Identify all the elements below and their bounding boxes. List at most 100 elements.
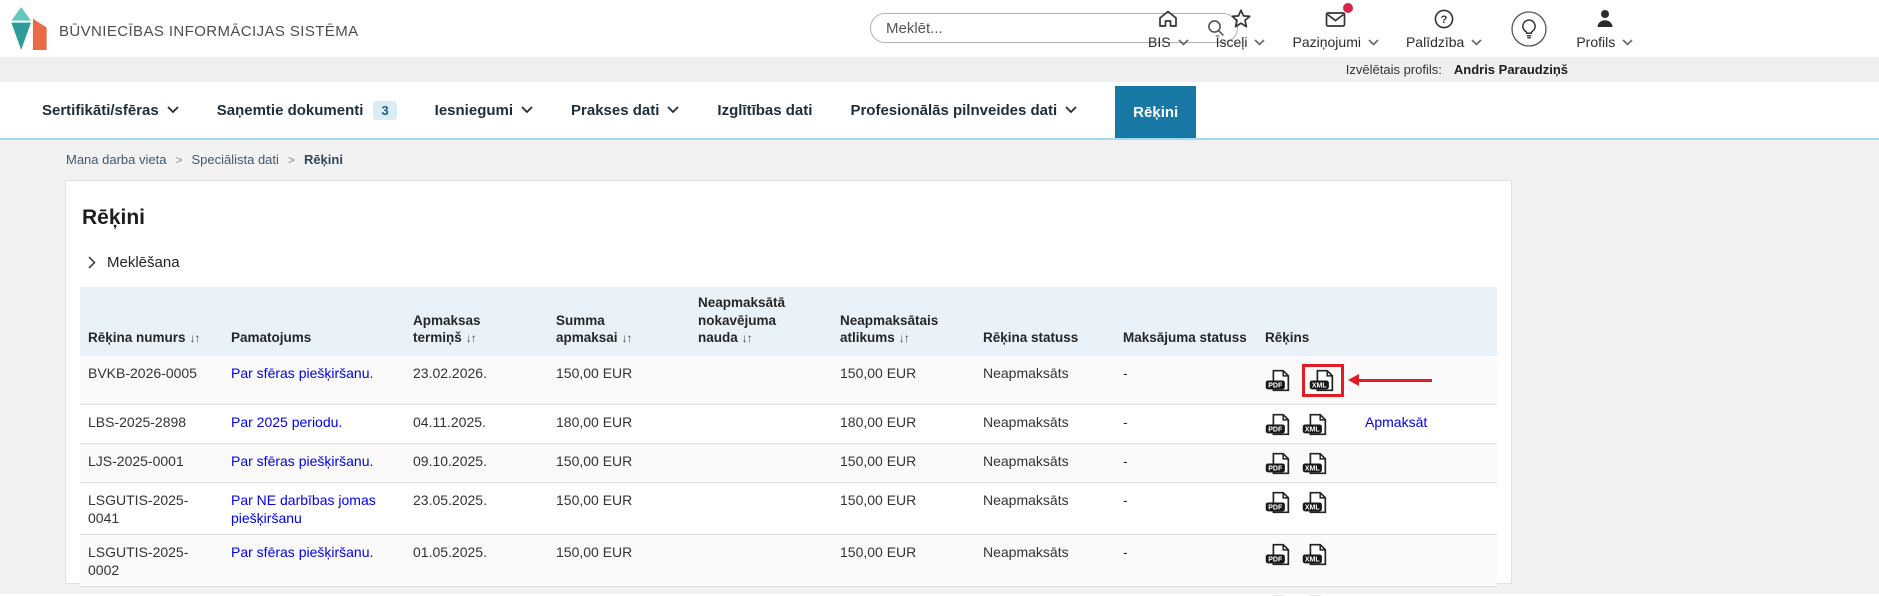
selected-profile-bar: Izvēlētais profils: Andris Paraudziņš bbox=[0, 57, 1879, 82]
xml-download-icon[interactable]: XML bbox=[1302, 452, 1330, 475]
invoices-table-header: Rēķina numurs↓↑PamatojumsApmaksas termiņ… bbox=[80, 287, 1497, 356]
invoice-due-date: 23.05.2025. bbox=[405, 482, 548, 534]
nav-tab[interactable]: Saņemtie dokumenti 3 bbox=[217, 101, 397, 120]
pdf-download-icon[interactable]: PDF bbox=[1265, 543, 1293, 566]
sort-arrows-icon[interactable]: ↓↑ bbox=[899, 331, 909, 345]
nav-tab[interactable]: Prakses dati bbox=[571, 102, 679, 119]
invoice-basis-link[interactable]: Par 2025 periodu. bbox=[231, 414, 342, 430]
chevron-down-icon bbox=[1622, 39, 1633, 46]
breadcrumb-item[interactable]: Speciālista dati bbox=[191, 152, 278, 167]
invoice-amount: 150,00 EUR bbox=[548, 443, 690, 482]
svg-text:XML: XML bbox=[1305, 504, 1321, 511]
chevron-right-icon bbox=[88, 256, 96, 269]
table-row: LSGUTIS-2025-0002 Par sfēras piešķiršanu… bbox=[80, 535, 1497, 587]
invoice-late-fee bbox=[690, 482, 832, 534]
header-menu: BIS Īsceļi Paziņojumi bbox=[1148, 6, 1633, 54]
menu-item-hints[interactable] bbox=[1509, 9, 1549, 54]
nav-tab[interactable]: Izglītības dati bbox=[717, 102, 812, 119]
pdf-download-icon[interactable]: PDF bbox=[1265, 413, 1293, 436]
sort-arrows-icon[interactable]: ↓↑ bbox=[742, 331, 752, 345]
invoice-payment-status: - bbox=[1115, 443, 1257, 482]
invoice-number: BVKB-2026-0005 bbox=[80, 356, 223, 405]
help-icon: ? bbox=[1432, 6, 1456, 32]
column-header[interactable]: Rēķina numurs↓↑ bbox=[80, 287, 223, 356]
pdf-download-icon[interactable]: PDF bbox=[1265, 452, 1293, 475]
sort-arrows-icon[interactable]: ↓↑ bbox=[190, 331, 200, 345]
sort-arrows-icon[interactable]: ↓↑ bbox=[622, 331, 632, 345]
svg-text:XML: XML bbox=[1305, 556, 1321, 563]
invoice-outstanding: 150,00 EUR bbox=[832, 482, 975, 534]
column-header[interactable]: Apmaksas termiņš↓↑ bbox=[405, 287, 548, 356]
invoice-outstanding: 150,00 EUR bbox=[832, 587, 975, 596]
invoice-late-fee bbox=[690, 356, 832, 405]
column-header[interactable]: Neapmaksātā nokavējuma nauda↓↑ bbox=[690, 287, 832, 356]
menu-item-profile[interactable]: Profils bbox=[1576, 6, 1633, 50]
menu-label: Īsceļi bbox=[1216, 34, 1248, 50]
search-section-toggle[interactable]: Meklēšana bbox=[88, 254, 180, 271]
invoice-late-fee bbox=[690, 535, 832, 587]
column-header[interactable]: Summa apmaksai↓↑ bbox=[548, 287, 690, 356]
menu-item-help[interactable]: ? Palīdzība bbox=[1406, 6, 1482, 50]
bis-logo-icon bbox=[8, 5, 50, 57]
table-row: LBS-2025-2898 Par 2025 periodu. 04.11.20… bbox=[80, 404, 1497, 443]
home-icon bbox=[1156, 6, 1180, 32]
invoice-status: Neapmaksāts bbox=[975, 482, 1115, 534]
invoice-due-date: 09.10.2025. bbox=[405, 443, 548, 482]
invoice-status: Neapmaksāts bbox=[975, 443, 1115, 482]
breadcrumb-item[interactable]: Mana darba vieta bbox=[66, 152, 166, 167]
chevron-down-icon bbox=[667, 106, 679, 114]
xml-download-icon[interactable]: XML bbox=[1302, 491, 1330, 514]
xml-download-icon[interactable]: XML bbox=[1302, 543, 1330, 566]
chevron-down-icon bbox=[521, 106, 533, 114]
svg-text:PDF: PDF bbox=[1268, 465, 1283, 472]
invoice-due-date: 01.05.2025. bbox=[405, 535, 548, 587]
pdf-download-icon[interactable]: PDF bbox=[1265, 369, 1293, 392]
nav-tab[interactable]: Profesionālās pilnveides dati bbox=[850, 102, 1077, 119]
invoice-due-date: 04.11.2025. bbox=[405, 404, 548, 443]
chevron-down-icon bbox=[1368, 39, 1379, 46]
invoice-basis-link[interactable]: Par sfēras piešķiršanu. bbox=[231, 453, 373, 469]
xml-download-icon[interactable]: XML bbox=[1309, 369, 1337, 392]
invoice-payment-status: - bbox=[1115, 587, 1257, 596]
svg-text:XML: XML bbox=[1312, 382, 1328, 389]
svg-text:PDF: PDF bbox=[1268, 504, 1283, 511]
invoice-basis-link[interactable]: Par NE darbības jomas piešķiršanu bbox=[231, 492, 376, 526]
invoices-table: Rēķina numurs↓↑PamatojumsApmaksas termiņ… bbox=[80, 287, 1497, 596]
invoice-basis-link[interactable]: Par sfēras piešķiršanu. bbox=[231, 544, 373, 560]
menu-item-notifications[interactable]: Paziņojumi bbox=[1292, 6, 1378, 50]
invoice-amount: 180,00 EUR bbox=[548, 404, 690, 443]
sort-arrows-icon[interactable]: ↓↑ bbox=[466, 331, 476, 345]
invoice-outstanding: 150,00 EUR bbox=[832, 443, 975, 482]
chevron-down-icon bbox=[1065, 106, 1077, 114]
menu-item-bis[interactable]: BIS bbox=[1148, 6, 1189, 50]
pay-link[interactable]: Apmaksāt bbox=[1365, 414, 1427, 430]
invoice-amount: 150,00 EUR bbox=[548, 535, 690, 587]
search-toggle-label: Meklēšana bbox=[107, 254, 180, 271]
brand[interactable]: BŪVNIECĪBAS INFORMĀCIJAS SISTĒMA bbox=[8, 5, 359, 57]
nav-tab[interactable]: Iesniegumi bbox=[435, 102, 533, 119]
invoice-number: LSGUTIS-2025-0002 bbox=[80, 535, 223, 587]
table-row: LJS-2025-0001 Par sfēras piešķiršanu. 09… bbox=[80, 443, 1497, 482]
invoice-due-date: 23.02.2026. bbox=[405, 356, 548, 405]
table-row: BVKB-2026-0005 Par sfēras piešķiršanu. 2… bbox=[80, 356, 1497, 405]
table-row: LSGUTIS-2025-0040 Par NE darbības jomas … bbox=[80, 587, 1497, 596]
nav-tab-label: Prakses dati bbox=[571, 102, 659, 119]
chevron-down-icon bbox=[1178, 39, 1189, 46]
main-nav: Sertifikāti/sfēras Saņemtie dokumenti 3 … bbox=[0, 82, 1879, 140]
nav-tab-label: Sertifikāti/sfēras bbox=[42, 102, 159, 119]
invoice-basis-link[interactable]: Par sfēras piešķiršanu. bbox=[231, 365, 373, 381]
invoice-late-fee bbox=[690, 587, 832, 596]
lightbulb-icon bbox=[1509, 9, 1549, 54]
menu-item-shortcuts[interactable]: Īsceļi bbox=[1216, 6, 1266, 50]
xml-download-icon[interactable]: XML bbox=[1302, 413, 1330, 436]
column-header[interactable]: Neapmaksātais atlikums↓↑ bbox=[832, 287, 975, 356]
nav-tab[interactable]: Sertifikāti/sfēras bbox=[42, 102, 179, 119]
nav-tab-label: Rēķini bbox=[1133, 104, 1178, 121]
invoice-outstanding: 150,00 EUR bbox=[832, 356, 975, 405]
nav-tab[interactable]: Rēķini bbox=[1115, 86, 1196, 138]
invoice-payment-status: - bbox=[1115, 356, 1257, 405]
invoice-amount: 150,00 EUR bbox=[548, 482, 690, 534]
column-header bbox=[1357, 287, 1497, 356]
pdf-download-icon[interactable]: PDF bbox=[1265, 491, 1293, 514]
user-icon bbox=[1593, 6, 1617, 32]
